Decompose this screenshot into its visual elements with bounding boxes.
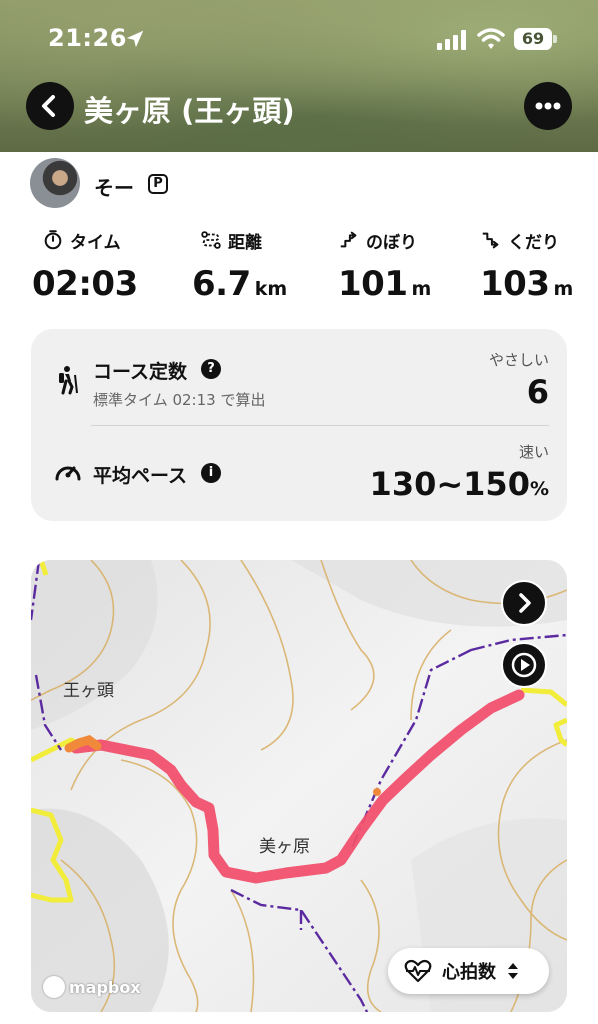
card-divider bbox=[91, 425, 549, 426]
page-title: 美ヶ原 (王ヶ頭) bbox=[84, 94, 295, 128]
battery-tip bbox=[553, 35, 557, 43]
wifi-icon bbox=[477, 28, 505, 49]
battery-indicator: 69 bbox=[514, 28, 558, 50]
map-play-button[interactable] bbox=[501, 642, 547, 688]
stat-descent-value: 103 bbox=[480, 264, 550, 304]
avg-pace-value: 130~150% bbox=[370, 465, 549, 503]
route-icon bbox=[201, 231, 221, 249]
course-info-card: コース定数 ? 標準タイム 02:13 で算出 やさしい 6 平均ペース i 速… bbox=[31, 329, 567, 521]
mapbox-attribution[interactable]: mapbox bbox=[43, 976, 141, 998]
mapbox-logo-icon bbox=[43, 976, 65, 998]
map-label-plateau: 美ヶ原 bbox=[259, 837, 310, 857]
stat-descent: くだり 103 m bbox=[480, 228, 574, 305]
route-map[interactable]: 王ヶ頭 美ヶ原 mapbox 心拍数 bbox=[31, 560, 567, 1012]
heart-rate-icon bbox=[404, 959, 432, 983]
stat-distance-value: 6.7 bbox=[192, 264, 251, 304]
avg-pace-level: 速い bbox=[518, 443, 549, 461]
metric-selector-label: 心拍数 bbox=[442, 962, 496, 983]
status-time: 21:26 bbox=[48, 24, 127, 52]
chevron-right-icon bbox=[519, 593, 531, 613]
ascent-icon bbox=[340, 231, 357, 248]
metric-selector-button[interactable]: 心拍数 bbox=[388, 948, 549, 994]
stat-descent-label: くだり bbox=[508, 232, 559, 253]
signal-icon bbox=[437, 30, 466, 50]
more-dots-icon bbox=[535, 102, 561, 110]
avg-pace-unit: % bbox=[529, 478, 549, 500]
course-constant-subtitle: 標準タイム 02:13 で算出 bbox=[93, 391, 266, 409]
sort-updown-icon bbox=[508, 963, 518, 979]
mapbox-text: mapbox bbox=[69, 977, 141, 997]
map-label-peak: 王ヶ頭 bbox=[63, 681, 114, 701]
stat-time-label: タイム bbox=[70, 232, 121, 253]
hiker-icon bbox=[59, 366, 78, 395]
premium-badge: P bbox=[148, 174, 168, 194]
stat-distance-unit: km bbox=[254, 278, 288, 300]
stat-ascent-unit: m bbox=[411, 278, 432, 300]
course-constant-title: コース定数 bbox=[93, 361, 188, 383]
location-arrow-icon bbox=[126, 30, 144, 48]
stat-time-value: 02:03 bbox=[32, 264, 138, 304]
stat-time: タイム 02:03 bbox=[32, 228, 138, 304]
terrain-layer bbox=[31, 560, 567, 1012]
speedometer-icon bbox=[55, 466, 81, 481]
descent-icon bbox=[482, 232, 499, 249]
stat-distance: 距離 6.7 km bbox=[192, 228, 288, 304]
map-expand-button[interactable] bbox=[501, 580, 547, 626]
chevron-left-icon bbox=[42, 95, 55, 117]
course-constant-value: 6 bbox=[526, 373, 549, 411]
battery-level: 69 bbox=[514, 28, 552, 50]
back-button[interactable] bbox=[26, 82, 74, 130]
stat-descent-unit: m bbox=[553, 278, 574, 300]
stat-ascent: のぼり 101 m bbox=[338, 228, 431, 304]
play-icon bbox=[511, 652, 537, 678]
info-icon[interactable]: i bbox=[201, 463, 221, 483]
route-marker bbox=[373, 788, 381, 796]
course-constant-level: やさしい bbox=[488, 351, 549, 369]
user-name[interactable]: そー bbox=[94, 172, 134, 201]
avatar[interactable] bbox=[30, 158, 80, 208]
avg-pace-number: 130~150 bbox=[369, 465, 530, 503]
more-button[interactable] bbox=[524, 82, 572, 130]
stopwatch-icon bbox=[44, 230, 62, 250]
stat-ascent-value: 101 bbox=[338, 264, 408, 304]
stat-distance-label: 距離 bbox=[228, 232, 262, 253]
stat-ascent-label: のぼり bbox=[366, 232, 417, 253]
avg-pace-title: 平均ペース bbox=[93, 465, 188, 487]
help-icon[interactable]: ? bbox=[201, 359, 221, 379]
